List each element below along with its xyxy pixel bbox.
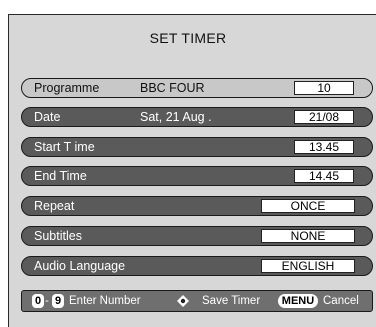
row-subtitles[interactable]: Subtitles NONE — [21, 226, 373, 246]
row-label: Audio Language — [34, 259, 126, 273]
save-timer-hint: Save Timer — [202, 295, 261, 307]
row-label: Subtitles — [34, 229, 82, 243]
row-label: Start T ime — [34, 140, 95, 154]
ok-dot-icon — [177, 295, 189, 307]
row-start-time[interactable]: Start T ime 13.45 — [21, 137, 373, 157]
channel-name: BBC FOUR — [140, 81, 205, 95]
row-programme[interactable]: Programme BBC FOUR 10 — [21, 78, 373, 98]
date-text: Sat, 21 Aug . — [140, 110, 212, 124]
menu-key: MENU — [278, 294, 318, 308]
cancel-hint: Cancel — [323, 295, 359, 307]
subtitles-field[interactable]: NONE — [261, 229, 355, 243]
key-9: 9 — [52, 294, 64, 308]
row-label: Programme — [34, 81, 100, 95]
help-bar: 0 - 9 Enter Number Save Timer MENU Cance… — [21, 290, 373, 312]
row-end-time[interactable]: End Time 14.45 — [21, 166, 373, 186]
date-field[interactable]: 21/08 — [294, 110, 354, 124]
audio-language-field[interactable]: ENGLISH — [261, 259, 355, 273]
row-label: Repeat — [34, 199, 75, 213]
row-audio-language[interactable]: Audio Language ENGLISH — [21, 256, 373, 276]
start-time-field[interactable]: 13.45 — [294, 140, 354, 154]
end-time-field[interactable]: 14.45 — [294, 169, 354, 183]
row-label: Date — [34, 110, 61, 124]
row-label: End Time — [34, 169, 87, 183]
page-title: SET TIMER — [149, 30, 227, 46]
repeat-field[interactable]: ONCE — [261, 199, 355, 213]
key-0: 0 — [32, 294, 44, 308]
dash-separator: - — [45, 295, 49, 307]
row-repeat[interactable]: Repeat ONCE — [21, 196, 373, 216]
row-date[interactable]: Date Sat, 21 Aug . 21/08 — [21, 107, 373, 127]
enter-number-hint: Enter Number — [69, 295, 141, 307]
programme-number-field[interactable]: 10 — [294, 81, 354, 95]
